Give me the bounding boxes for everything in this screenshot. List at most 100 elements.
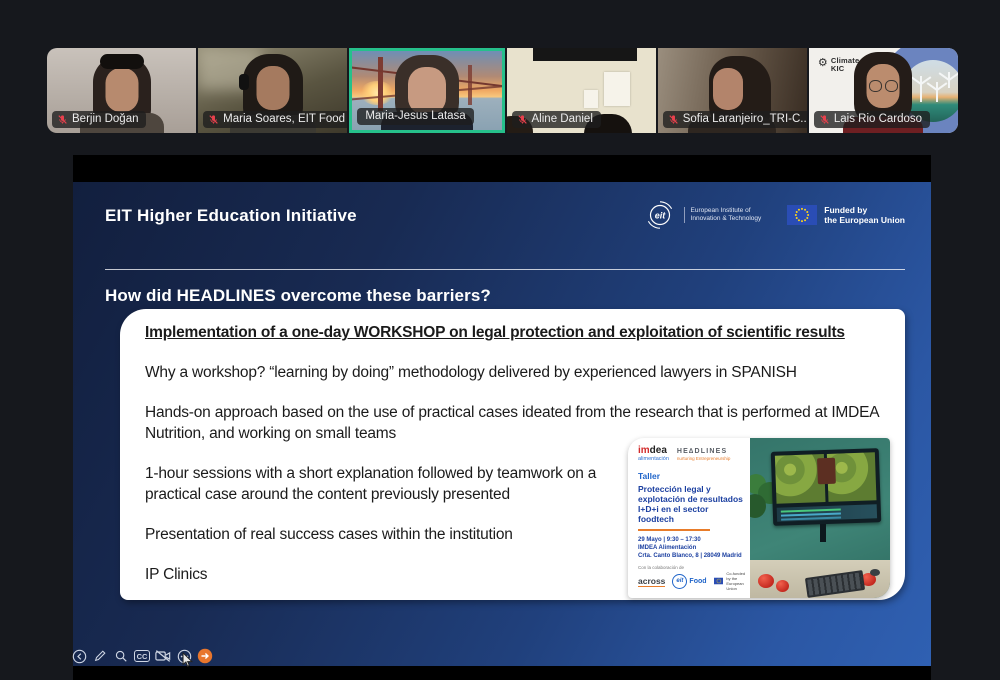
participant-tile-sofia-laranjeiro[interactable]: Sofia Laranjeiro_TRI-C... [658,48,807,133]
eu-funded-logo: Funded by the European Union [787,205,905,226]
slide-section-title: How did HEADLINES overcome these barrier… [105,286,491,306]
slide-logos: eit European Institute of Innovation & T… [643,198,905,232]
content-paragraph: IP Clinics [145,564,607,585]
video-background [256,66,289,110]
imdea-alimentacion-logo: imdea alimentación [638,446,669,464]
eu-cofunded-line: European Union [726,581,748,591]
video-background [468,65,472,105]
meeting-window: { "colors": { "active_speaker_border": "… [0,0,1000,680]
back-icon[interactable] [71,648,87,664]
flyer-event-address: Crta. Canto Blanco, 8 | 28049 Madrid [638,552,746,560]
swap-windows-icon[interactable] [197,648,213,664]
glasses [869,80,882,92]
flyer-lab-photo [750,438,890,598]
participant-name: Berjin Doğan [72,113,138,125]
wind-turbine [920,76,922,102]
header-divider [105,269,905,270]
video-background [378,57,383,111]
monitor-stand [820,524,826,542]
video-background [360,81,394,105]
eit-logo-icon: eit [643,198,677,232]
flyer-event-datetime: 29 Mayo | 9:30 – 17:30 [638,536,746,544]
mouse-cursor [182,652,193,668]
closed-captions-icon[interactable]: CC [134,648,150,664]
participant-name: Lais Rio Cardoso [834,113,922,125]
imdea-logo-subtext: alimentación [638,455,669,464]
slide-content-box: Implementation of a one-day WORKSHOP on … [120,309,905,600]
participant-name: Aline Daniel [532,113,593,125]
participant-tile-lais-rio-cardoso[interactable]: ⚙ Climate KIC Lais Rio Cardoso [809,48,958,133]
eu-cofunded-logo: Co-funded by the European Union [714,571,748,591]
zoom-icon[interactable] [113,648,129,664]
participant-name-badge: Aline Daniel [512,111,601,128]
camera-off-icon[interactable] [155,648,171,664]
participant-tile-aline-daniel[interactable]: Aline Daniel [507,48,656,133]
video-background [584,90,598,108]
flyer-partner-logos: across eit Food [638,571,746,591]
participant-tile-berjin-dogan[interactable]: Berjin Doğan [47,48,196,133]
participant-name: Maria-Jesus Latasa [365,110,465,122]
monitor-toolbar [777,504,877,521]
participant-tile-maria-soares[interactable]: Maria Soares, EIT Food [198,48,347,133]
participant-tile-maria-jesus-latasa-active-speaker[interactable]: Maria-Jesus Latasa [349,48,504,133]
screen-share-area: EIT Higher Education Initiative eit Euro… [73,155,931,680]
svg-text:eit: eit [654,211,666,221]
participant-name-badge: Maria-Jesus Latasa [357,108,473,125]
mic-muted-icon [208,114,219,125]
video-background [533,48,637,61]
mic-muted-icon [668,114,679,125]
video-thumbnail-strip: Berjin Doğan Maria Soares, EIT Food Mari… [47,48,958,133]
headlines-logo-text: HE∆DLINES [677,448,731,455]
cc-label: CC [134,650,150,662]
eit-logo-caption: European Institute of Innovation & Techn… [684,207,762,223]
participant-name-badge: Lais Rio Cardoso [814,111,930,128]
workshop-flyer: imdea alimentación HE∆DLINES nurturing E… [628,438,890,598]
eu-funded-text: Funded by the European Union [824,205,905,226]
eit-food-logo: eit Food [672,574,706,589]
sample-image [817,458,836,485]
across-logo: across [638,576,665,587]
eit-food-logo-circle: eit [672,574,687,589]
flyer-text-column: imdea alimentación HE∆DLINES nurturing E… [628,438,750,598]
mic-muted-icon [517,114,528,125]
participant-name-badge: Maria Soares, EIT Food [203,111,347,128]
eu-flag-icon [714,576,724,586]
presentation-slide: EIT Higher Education Initiative eit Euro… [73,182,931,666]
slide-header-title: EIT Higher Education Initiative [105,206,357,226]
flyer-logos: imdea alimentación HE∆DLINES nurturing E… [638,446,746,464]
eit-logo: eit European Institute of Innovation & T… [643,198,762,232]
headlines-logo-subtext: nurturing Entrepreneurship [677,455,731,462]
eu-cofunded-line: Co-funded by the [726,571,748,581]
eu-cofunded-text: Co-funded by the European Union [726,571,748,591]
wind-turbine [936,82,938,102]
content-paragraph: 1-hour sessions with a short explanation… [145,463,607,505]
eu-flag-icon [787,205,817,225]
eit-caption-line: European Institute of [691,207,762,215]
flyer-orange-divider [638,529,710,531]
headlines-logo: HE∆DLINES nurturing Entrepreneurship [677,446,731,462]
video-background [713,68,743,110]
glasses [885,80,898,92]
flyer-event-title: Protección legal y explotación de result… [638,484,746,524]
flyer-event-type: Taller [638,471,746,481]
mic-muted-icon [819,114,830,125]
wind-turbine [948,72,950,88]
flyer-collab-label: Con la colaboración de [638,565,746,570]
content-box-heading: Implementation of a one-day WORKSHOP on … [145,322,889,343]
participant-name-badge: Berjin Doğan [52,111,146,128]
participant-name: Maria Soares, EIT Food [223,113,345,125]
eu-funded-line: the European Union [824,215,905,226]
flyer-event-venue: IMDEA Alimentación [638,544,746,552]
computer-mouse [870,569,880,576]
climate-kic-logo-icon: ⚙ [818,56,828,69]
eit-food-logo-text: Food [689,578,706,585]
eu-funded-line: Funded by [824,205,905,216]
headset [239,74,249,90]
mic-muted-icon [57,114,68,125]
video-background [100,54,144,69]
annotate-pen-icon[interactable] [92,648,108,664]
tomato [776,580,789,592]
video-background [105,68,138,112]
content-paragraph: Presentation of real success cases withi… [145,524,607,545]
content-paragraph: Why a workshop? “learning by doing” meth… [145,362,889,383]
